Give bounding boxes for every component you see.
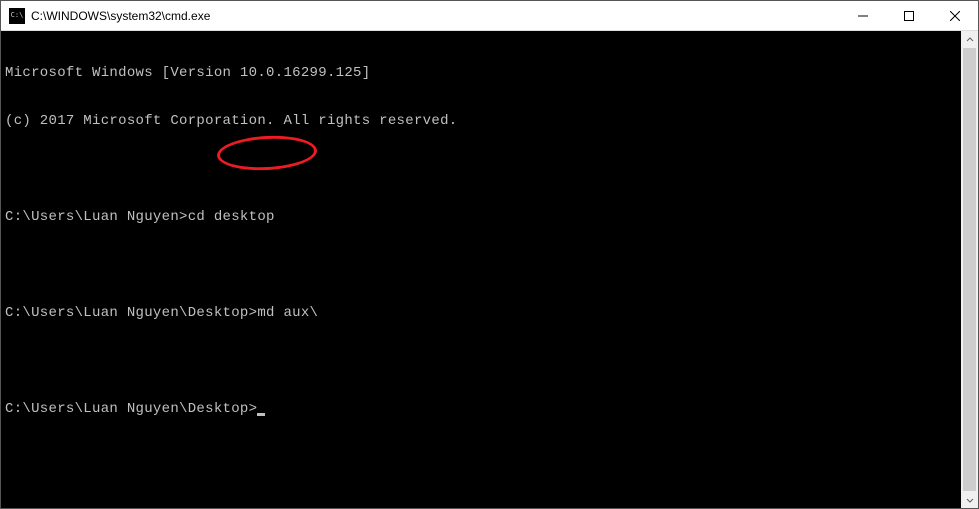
terminal-line: C:\Users\Luan Nguyen\Desktop>md aux\ — [5, 305, 961, 321]
client-area: Microsoft Windows [Version 10.0.16299.12… — [1, 31, 978, 508]
terminal-line — [5, 161, 961, 177]
maximize-button[interactable] — [886, 1, 932, 30]
vertical-scrollbar[interactable] — [961, 31, 978, 508]
close-icon — [950, 11, 960, 21]
close-button[interactable] — [932, 1, 978, 30]
maximize-icon — [904, 11, 914, 21]
window-title: C:\WINDOWS\system32\cmd.exe — [31, 9, 840, 23]
window-controls — [840, 1, 978, 30]
scrollbar-down-button[interactable] — [961, 491, 978, 508]
terminal-prompt: C:\Users\Luan Nguyen\Desktop> — [5, 401, 257, 417]
terminal-output[interactable]: Microsoft Windows [Version 10.0.16299.12… — [1, 31, 961, 508]
terminal-line — [5, 257, 961, 273]
minimize-icon — [858, 11, 868, 21]
cmd-window: C:\ C:\WINDOWS\system32\cmd.exe Microsof… — [0, 0, 979, 509]
chevron-down-icon — [966, 496, 974, 504]
terminal-prompt-line: C:\Users\Luan Nguyen\Desktop> — [5, 401, 961, 417]
app-icon-text: C:\ — [11, 12, 24, 19]
terminal-line: Microsoft Windows [Version 10.0.16299.12… — [5, 65, 961, 81]
scrollbar-up-button[interactable] — [961, 31, 978, 48]
minimize-button[interactable] — [840, 1, 886, 30]
chevron-up-icon — [966, 36, 974, 44]
titlebar[interactable]: C:\ C:\WINDOWS\system32\cmd.exe — [1, 1, 978, 31]
terminal-line: C:\Users\Luan Nguyen>cd desktop — [5, 209, 961, 225]
app-icon: C:\ — [9, 8, 25, 24]
terminal-line: (c) 2017 Microsoft Corporation. All righ… — [5, 113, 961, 129]
scrollbar-track[interactable] — [961, 48, 978, 491]
scrollbar-thumb[interactable] — [963, 48, 976, 491]
cursor — [257, 413, 265, 416]
terminal-line — [5, 353, 961, 369]
